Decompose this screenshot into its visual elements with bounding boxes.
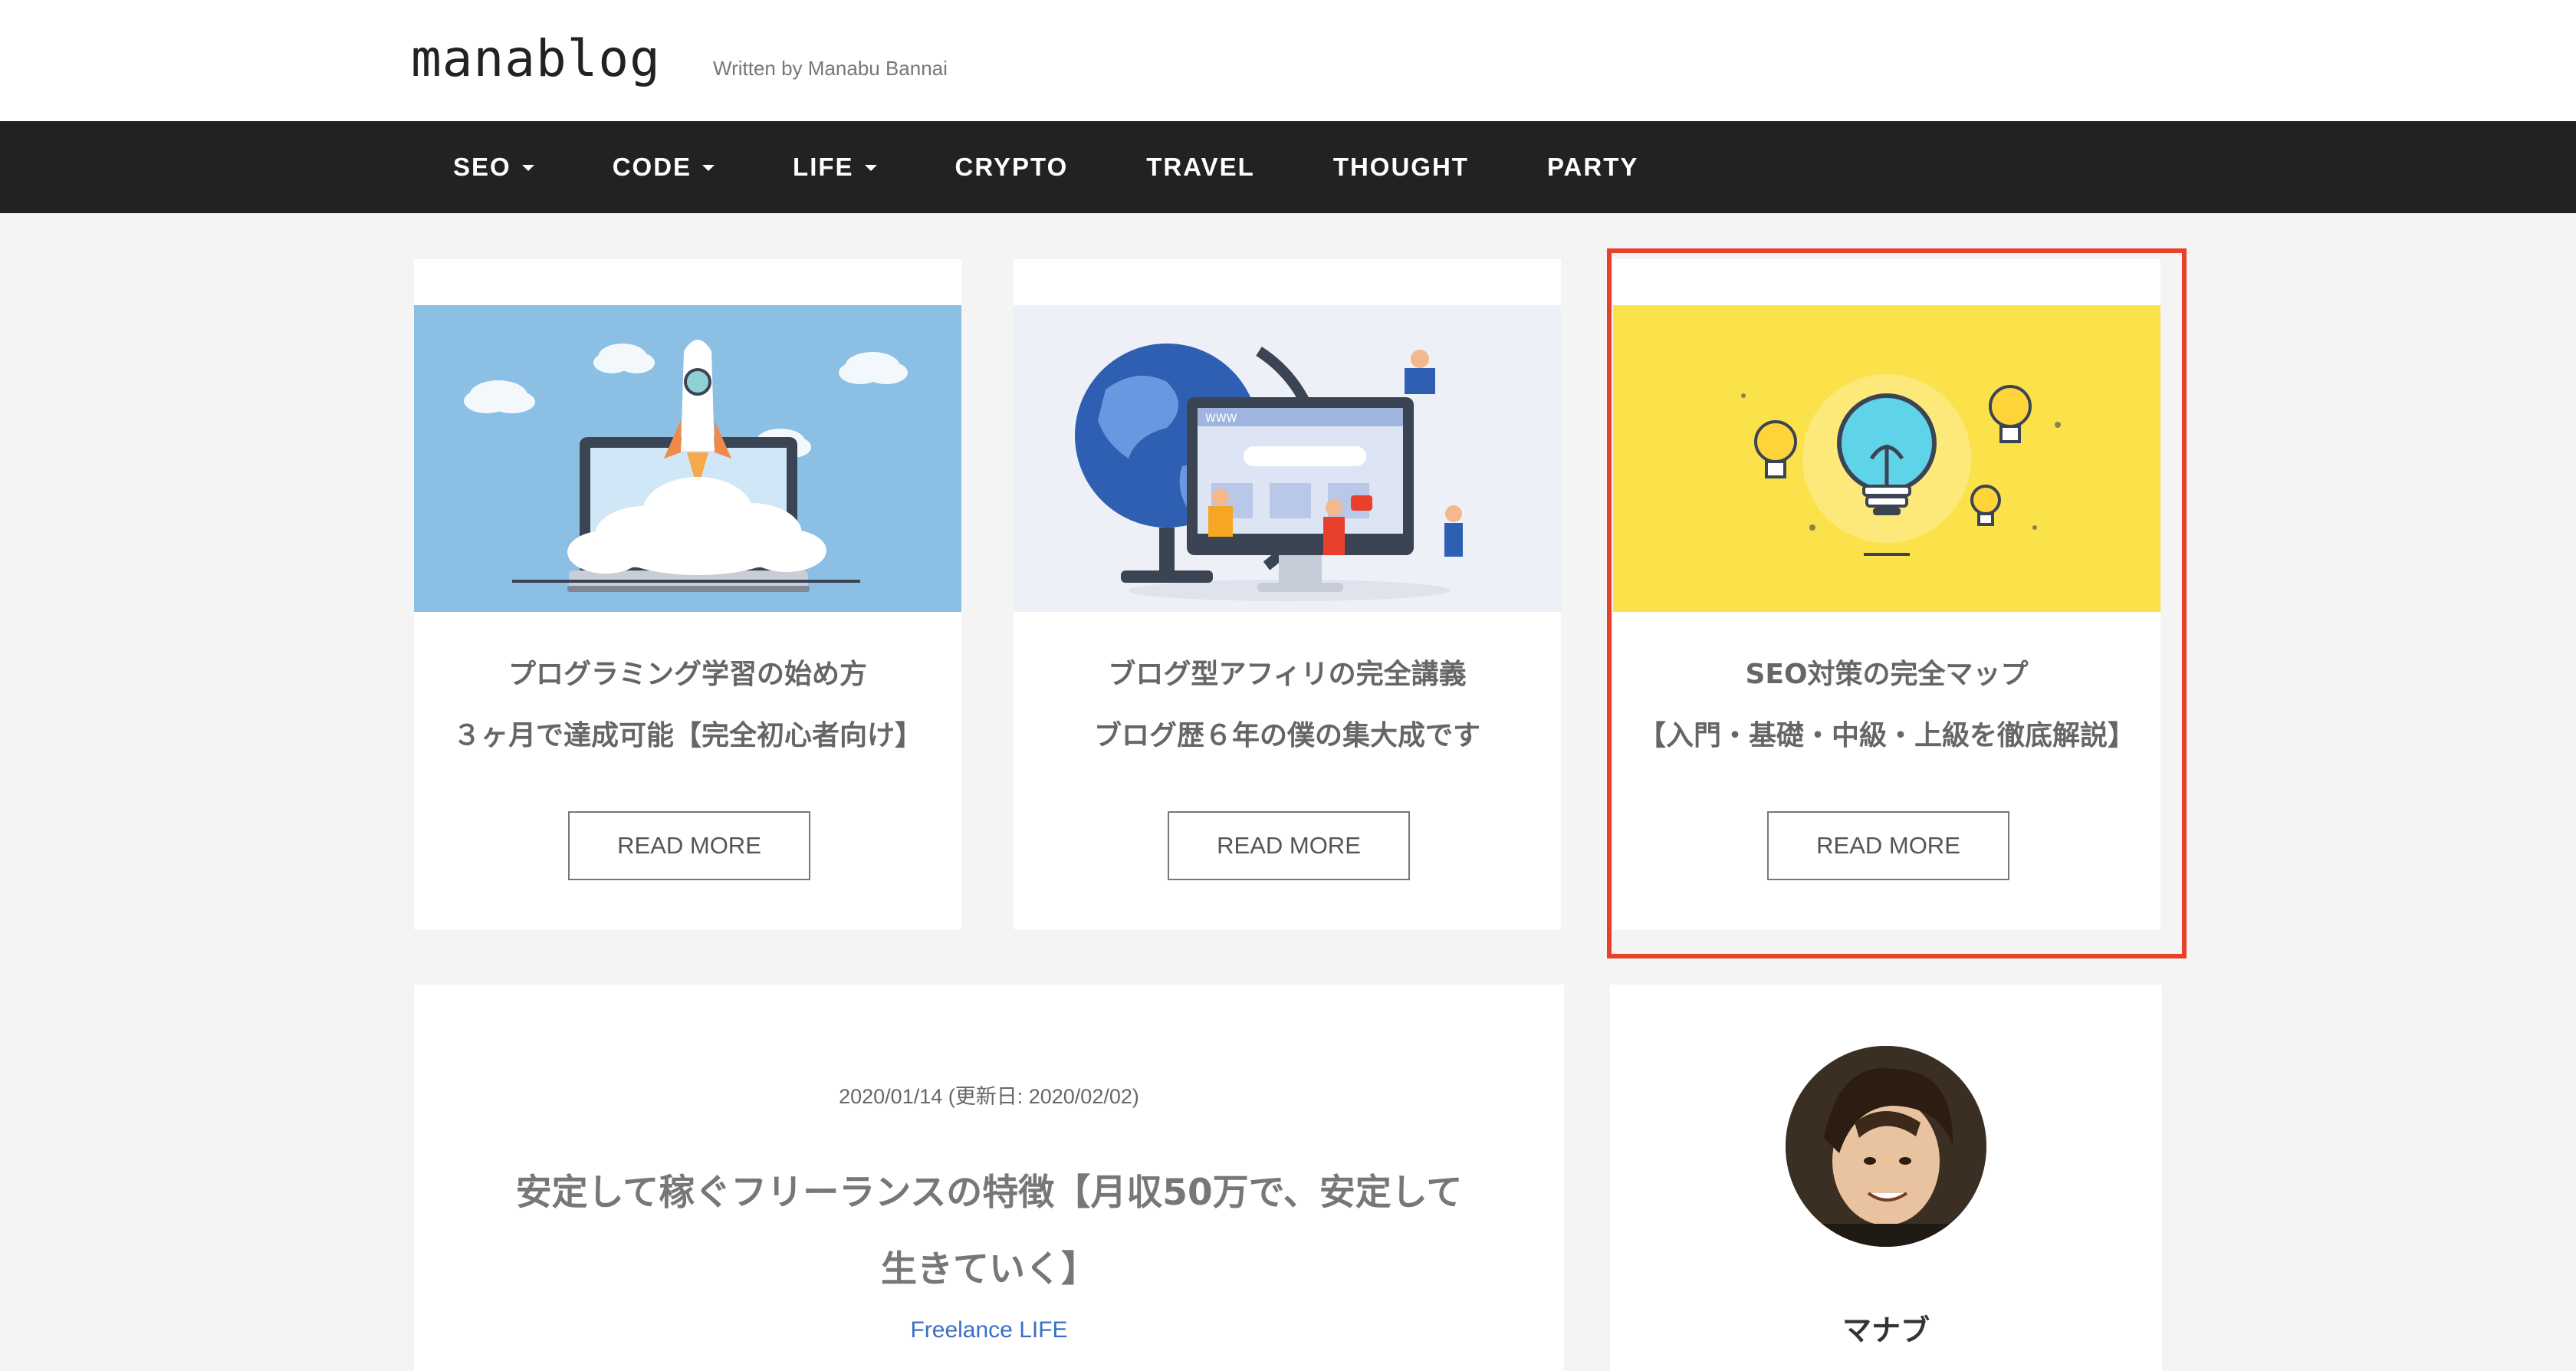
post-date: 2020/01/14 (更新日: 2020/02/02) (839, 1085, 1139, 1108)
nav-item-life[interactable]: LIFE (754, 121, 916, 213)
site-header: manablog Written by Manabu Bannai (0, 0, 2576, 121)
nav-list: SEO CODE LIFE CRYPTO TRAVEL THOUGHT PART… (414, 121, 1677, 213)
caret-down-icon (864, 165, 877, 171)
nav-label: CODE (612, 153, 692, 181)
post-title-line2[interactable]: 生きていく】 (475, 1231, 1503, 1308)
nav-item-party[interactable]: PARTY (1508, 121, 1677, 213)
profile-card: マナブ (1610, 985, 2162, 1371)
nav-item-travel[interactable]: TRAVEL (1107, 121, 1294, 213)
card-title-line1[interactable]: SEO対策の完全マップ (1613, 652, 2160, 692)
nav-label: TRAVEL (1146, 153, 1255, 181)
site-tagline: Written by Manabu Bannai (713, 57, 948, 80)
nav-label: SEO (453, 153, 511, 181)
feature-card-blog: WWW ブログ型アフィリの完全講義 ブログ歴６年の僕の集大成です READ MO… (1014, 259, 1561, 929)
post-card: 2020/01/14 (更新日: 2020/02/02) 安定して稼ぐフリーラン… (414, 985, 1564, 1371)
caret-down-icon (702, 165, 715, 171)
nav-item-code[interactable]: CODE (573, 121, 754, 213)
avatar[interactable] (1786, 1046, 1986, 1247)
card-title-line2[interactable]: ３ヶ月で達成可能【完全初心者向け】 (414, 713, 961, 753)
post-category-link[interactable]: Freelance LIFE (414, 1317, 1564, 1343)
read-more-button[interactable]: READ MORE (1168, 811, 1410, 880)
card-title-line1[interactable]: ブログ型アフィリの完全講義 (1014, 652, 1561, 692)
profile-name: マナブ (1842, 1313, 1930, 1347)
card-title-line2[interactable]: 【入門・基礎・中級・上級を徹底解説】 (1613, 713, 2160, 753)
post-title[interactable]: 安定して稼ぐフリーランスの特徴【月収50万で、安定して 生きていく】 (475, 1155, 1503, 1308)
nav-item-seo[interactable]: SEO (414, 121, 573, 213)
nav-label: PARTY (1546, 153, 1639, 181)
lightbulb-illustration[interactable] (1613, 305, 2160, 612)
globe-monitor-illustration[interactable]: WWW (1014, 305, 1561, 612)
feature-card-programming: プログラミング学習の始め方 ３ヶ月で達成可能【完全初心者向け】 READ MOR… (414, 259, 961, 929)
read-more-button[interactable]: READ MORE (568, 811, 810, 880)
read-more-button[interactable]: READ MORE (1767, 811, 2009, 880)
nav-item-thought[interactable]: THOUGHT (1294, 121, 1508, 213)
site-logo[interactable]: manablog (411, 29, 661, 88)
nav-label: THOUGHT (1332, 153, 1469, 181)
nav-label: CRYPTO (955, 153, 1069, 181)
svg-text:WWW: WWW (1205, 413, 1237, 425)
nav-item-crypto[interactable]: CRYPTO (916, 121, 1108, 213)
card-title-line1[interactable]: プログラミング学習の始め方 (414, 652, 961, 692)
post-title-line1[interactable]: 安定して稼ぐフリーランスの特徴【月収50万で、安定して (475, 1155, 1503, 1231)
caret-down-icon (521, 165, 534, 171)
feature-card-seo: SEO対策の完全マップ 【入門・基礎・中級・上級を徹底解説】 READ MORE (1613, 259, 2160, 929)
rocket-laptop-illustration[interactable] (414, 305, 961, 612)
card-title-line2[interactable]: ブログ歴６年の僕の集大成です (1014, 713, 1561, 753)
nav-label: LIFE (793, 153, 854, 181)
main-nav: SEO CODE LIFE CRYPTO TRAVEL THOUGHT PART… (0, 121, 2576, 213)
